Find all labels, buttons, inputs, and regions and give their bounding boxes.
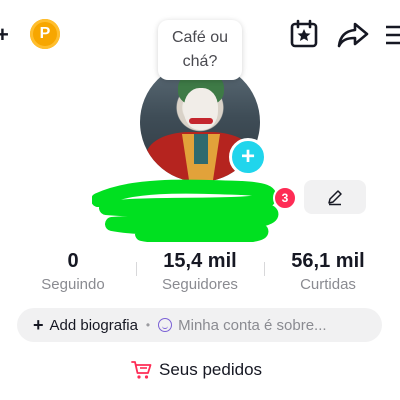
share-icon[interactable] — [336, 20, 370, 50]
orders-label: Seus pedidos — [159, 360, 263, 379]
cart-icon — [131, 361, 152, 379]
smile-icon — [158, 318, 173, 332]
redaction-scribble — [92, 179, 279, 242]
stat-following-label: Seguindo — [41, 276, 105, 293]
status-bubble[interactable]: Café ou chá? — [158, 20, 242, 80]
coin-icon[interactable]: P — [30, 19, 60, 49]
menu-icon[interactable] — [384, 24, 400, 46]
plus-icon: + — [33, 314, 44, 335]
divider — [264, 262, 265, 276]
add-avatar-button[interactable]: + — [229, 138, 267, 176]
coin-label: P — [39, 25, 51, 42]
bio-topic-input[interactable]: Minha conta é sobre... — [178, 317, 326, 334]
add-bio-button[interactable]: + Add biografia — [33, 315, 138, 336]
divider — [136, 262, 137, 276]
edit-profile-button[interactable] — [304, 180, 366, 214]
stat-followers-label: Seguidores — [162, 276, 238, 293]
add-bio-label: Add biografia — [49, 316, 138, 334]
stat-followers[interactable]: 15,4 mil Seguidores — [150, 250, 250, 296]
orders-link[interactable]: Seus pedidos — [131, 360, 262, 380]
bio-bar: + Add biografia • Minha conta é sobre... — [17, 308, 382, 342]
bio-separator: • — [145, 318, 151, 332]
stat-following-value: 0 — [67, 250, 79, 272]
stat-following[interactable]: 0 Seguindo — [28, 250, 118, 296]
calendar-star-icon[interactable] — [289, 19, 319, 49]
stat-followers-value: 15,4 mil — [163, 250, 237, 272]
stat-likes[interactable]: 56,1 mil Curtidas — [280, 250, 376, 296]
notification-badge: 3 — [273, 186, 297, 210]
stat-likes-value: 56,1 mil — [291, 250, 365, 272]
avatar-shirt — [194, 134, 208, 164]
pencil-icon — [328, 190, 342, 206]
add-icon[interactable]: + — [0, 24, 9, 46]
stat-likes-label: Curtidas — [300, 276, 356, 293]
avatar-mouth — [189, 118, 213, 124]
